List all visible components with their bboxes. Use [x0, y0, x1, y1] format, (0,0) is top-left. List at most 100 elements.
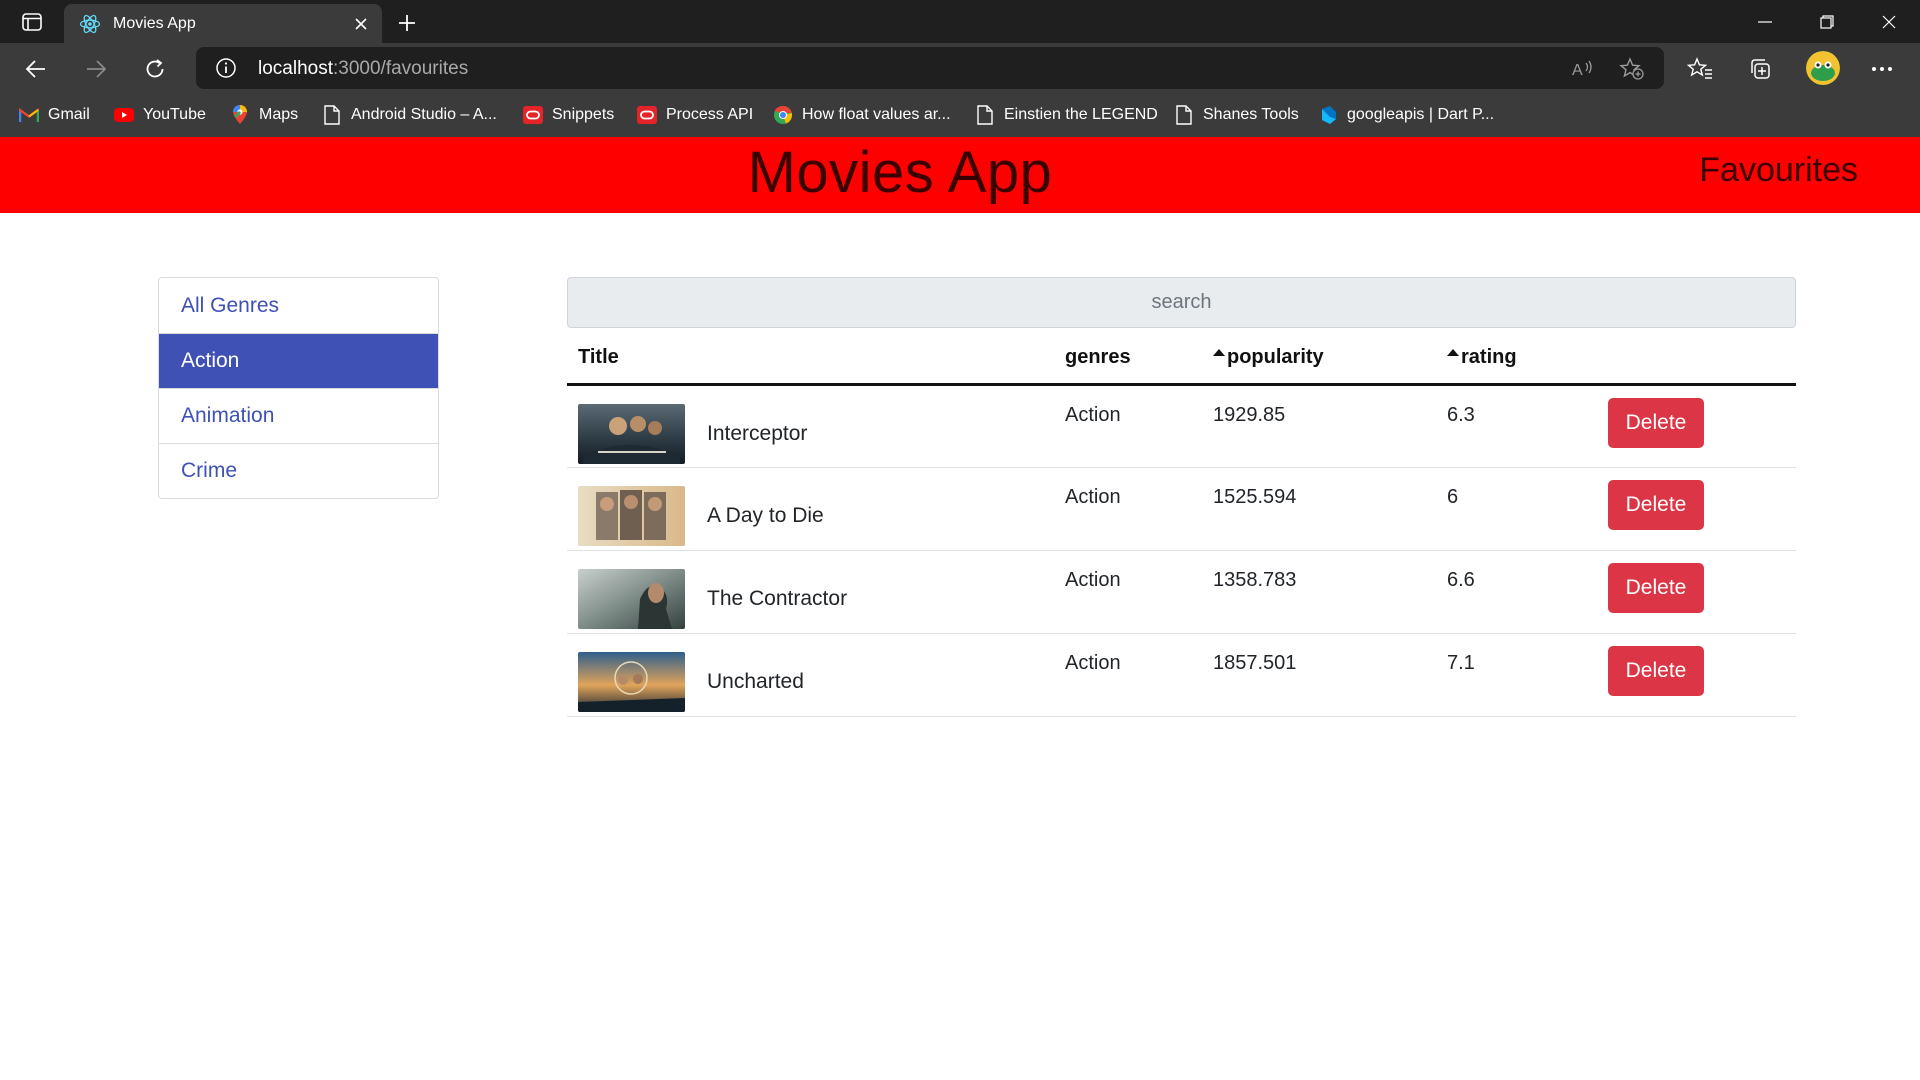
actions-cell: Delete: [1597, 550, 1796, 634]
restore-icon[interactable]: [1797, 0, 1857, 43]
bookmark-snippets[interactable]: Snippets: [523, 101, 614, 129]
movie-poster: [578, 568, 685, 629]
bookmark-label: Einstien the LEGEND: [1004, 106, 1158, 123]
refresh-icon[interactable]: [137, 51, 173, 87]
forward-icon[interactable]: [78, 51, 114, 87]
bookmark-shanes-tools[interactable]: Shanes Tools: [1174, 101, 1299, 129]
table-row: The Contractor Action 1358.783 6.6 Delet…: [567, 550, 1796, 634]
bookmark-googleapis[interactable]: googleapis | Dart P...: [1318, 101, 1494, 129]
rating-cell: 6: [1436, 467, 1597, 551]
actions-cell: Delete: [1597, 384, 1796, 468]
genre-cell: Action: [1054, 467, 1202, 551]
movie-title: A Day to Die: [707, 503, 824, 527]
delete-button[interactable]: Delete: [1608, 479, 1704, 530]
column-header-title[interactable]: Title: [567, 332, 1054, 386]
browser-tab[interactable]: Movies App: [64, 4, 382, 43]
bookmark-android-studio[interactable]: Android Studio – A...: [322, 101, 497, 129]
column-header-actions: [1597, 332, 1796, 386]
bookmark-einstien[interactable]: Einstien the LEGEND: [975, 101, 1158, 129]
bookmark-label: Android Studio – A...: [351, 106, 497, 123]
title-cell: Uncharted: [567, 633, 1054, 717]
add-favorite-icon[interactable]: [1618, 55, 1646, 83]
movie-poster: [578, 403, 685, 464]
title-cell: Interceptor: [567, 384, 1054, 468]
bookmark-label: Gmail: [48, 106, 90, 123]
movie-poster: [578, 485, 685, 546]
sort-up-icon[interactable]: [1213, 348, 1225, 356]
actions-cell: Delete: [1597, 633, 1796, 717]
dart-icon: [1318, 105, 1338, 125]
url-text: localhost:3000/favourites: [258, 58, 468, 80]
search-input[interactable]: search: [567, 277, 1796, 328]
movie-title: Interceptor: [707, 421, 808, 445]
back-icon[interactable]: [18, 51, 54, 87]
delete-button[interactable]: Delete: [1608, 397, 1704, 448]
react-icon: [79, 13, 101, 35]
movie-title: The Contractor: [707, 586, 848, 610]
column-header-genres[interactable]: genres: [1054, 332, 1202, 386]
oracle-icon: [523, 105, 543, 125]
table-header-row: Title genres popularity rating: [567, 332, 1796, 386]
table-row: A Day to Die Action 1525.594 6 Delete: [567, 467, 1796, 551]
bookmark-float-values[interactable]: How float values ar...: [773, 101, 951, 129]
popularity-cell: 1525.594: [1202, 467, 1436, 551]
bookmark-label: Maps: [259, 106, 299, 123]
rating-cell: 6.6: [1436, 550, 1597, 634]
column-header-rating-label: rating: [1461, 345, 1517, 368]
window-close-icon[interactable]: [1859, 0, 1919, 43]
read-aloud-icon[interactable]: A: [1570, 55, 1598, 83]
bookmark-label: googleapis | Dart P...: [1347, 106, 1495, 123]
chrome-icon: [773, 105, 793, 125]
profile-avatar[interactable]: [1806, 51, 1840, 85]
bookmark-maps[interactable]: Maps: [230, 101, 298, 129]
genre-item-animation[interactable]: Animation: [159, 388, 438, 443]
popularity-cell: 1929.85: [1202, 384, 1436, 468]
bookmark-youtube[interactable]: YouTube: [114, 101, 206, 129]
title-cell: A Day to Die: [567, 467, 1054, 551]
column-header-popularity-label: popularity: [1227, 345, 1324, 368]
table-row: Uncharted Action 1857.501 7.1 Delete: [567, 633, 1796, 717]
gmail-icon: [19, 105, 39, 125]
collections-icon[interactable]: [1742, 51, 1778, 87]
popularity-cell: 1358.783: [1202, 550, 1436, 634]
genre-cell: Action: [1054, 633, 1202, 717]
maps-icon: [230, 105, 250, 125]
minimize-icon[interactable]: [1735, 0, 1795, 43]
genre-cell: Action: [1054, 384, 1202, 468]
browser-tab-bar: Movies App: [0, 0, 1920, 43]
genre-item-all-genres[interactable]: All Genres: [159, 278, 438, 333]
title-cell: The Contractor: [567, 550, 1054, 634]
url-host: localhost: [258, 58, 333, 79]
bookmark-gmail[interactable]: Gmail: [19, 101, 90, 129]
bookmark-process-api[interactable]: Process API: [637, 101, 753, 129]
new-tab-icon[interactable]: [390, 6, 424, 40]
rating-cell: 6.3: [1436, 384, 1597, 468]
genre-item-crime[interactable]: Crime: [159, 443, 438, 498]
oracle-icon: [637, 105, 657, 125]
info-icon[interactable]: [214, 56, 238, 80]
address-bar[interactable]: localhost:3000/favourites A: [196, 47, 1664, 89]
bookmark-label: Snippets: [552, 106, 615, 123]
delete-button[interactable]: Delete: [1608, 645, 1704, 696]
close-icon[interactable]: [346, 9, 376, 39]
app-header: Movies App Favourites: [0, 137, 1920, 213]
bookmarks-bar: Gmail YouTube Maps Android Studio – A...…: [0, 93, 1920, 137]
tab-actions-icon[interactable]: [14, 9, 50, 35]
actions-cell: Delete: [1597, 467, 1796, 551]
table-row: Interceptor Action 1929.85 6.3 Delete: [567, 384, 1796, 468]
page-icon: [322, 105, 342, 125]
favourites-link[interactable]: Favourites: [1699, 151, 1858, 190]
more-menu-icon[interactable]: [1864, 51, 1900, 87]
delete-button[interactable]: Delete: [1608, 562, 1704, 613]
column-header-rating[interactable]: rating: [1436, 332, 1597, 386]
sort-up-icon[interactable]: [1447, 348, 1459, 356]
page-icon: [975, 105, 995, 125]
movie-title: Uncharted: [707, 669, 804, 693]
rating-cell: 7.1: [1436, 633, 1597, 717]
favorites-icon[interactable]: [1682, 51, 1718, 87]
genre-item-action[interactable]: Action: [159, 333, 438, 388]
column-header-popularity[interactable]: popularity: [1202, 332, 1436, 386]
movies-table: Title genres popularity rating Intercept…: [567, 332, 1796, 717]
svg-text:A: A: [1572, 62, 1583, 79]
bookmark-label: Process API: [666, 106, 754, 123]
